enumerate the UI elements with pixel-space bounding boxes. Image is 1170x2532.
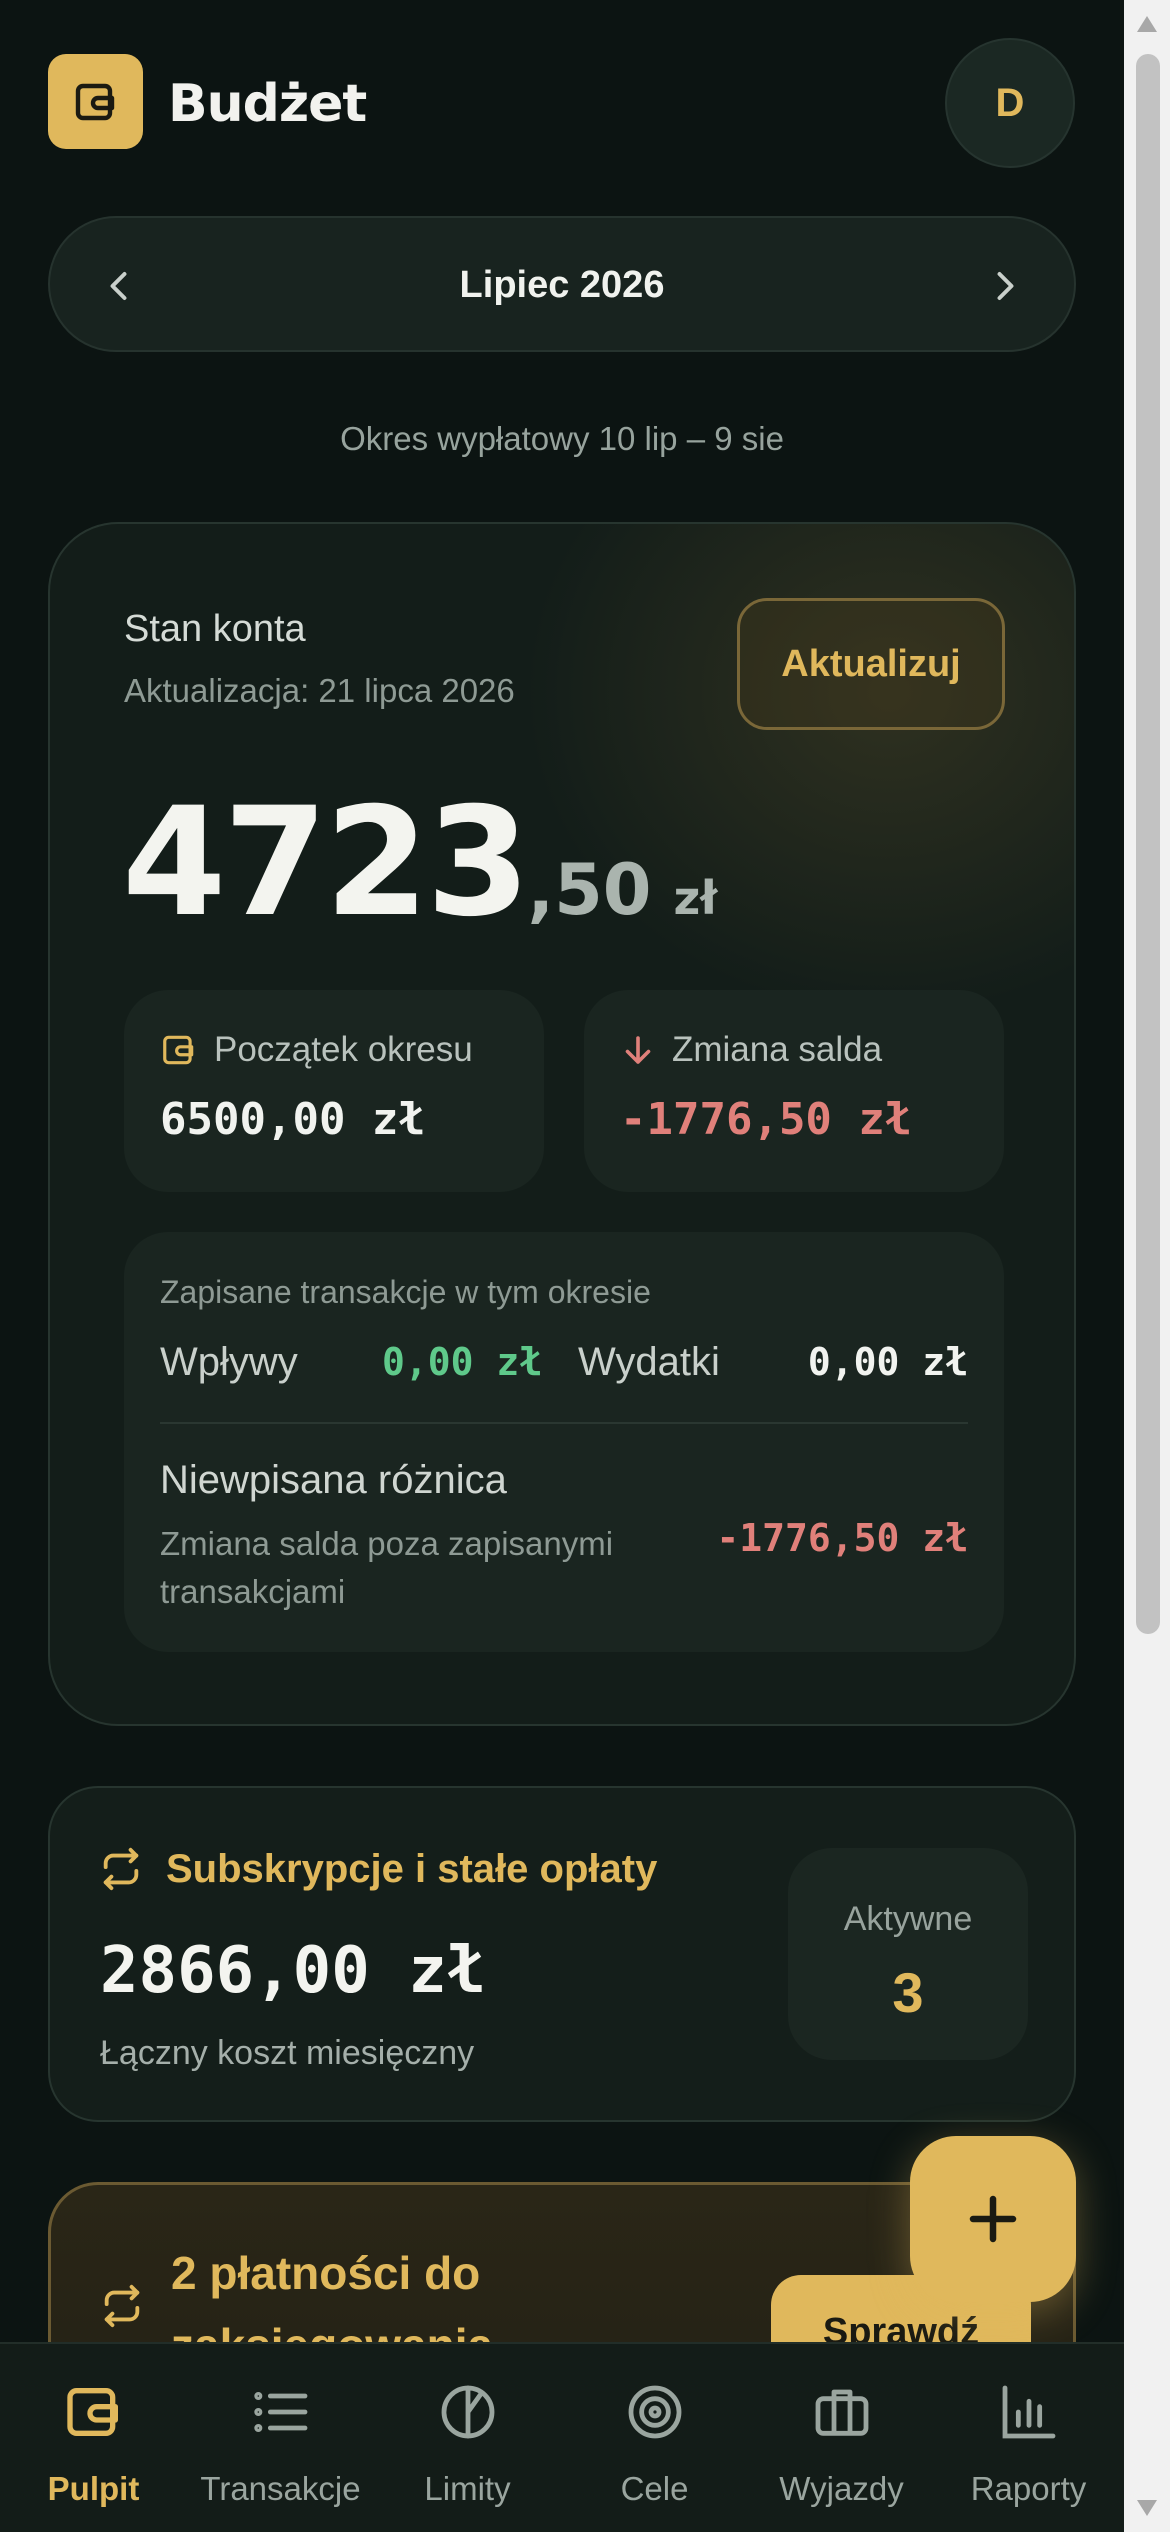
plus-icon xyxy=(969,2195,1017,2243)
gauge-icon xyxy=(441,2385,494,2439)
wallet-icon xyxy=(75,83,114,120)
nav-icon-wrap xyxy=(748,2380,935,2444)
nav-icon-wrap xyxy=(0,2380,187,2444)
divider xyxy=(160,1422,968,1424)
month-label: Lipiec 2026 xyxy=(459,264,665,306)
chevron-right-icon xyxy=(997,272,1014,300)
scrollbar-thumb[interactable] xyxy=(1136,54,1160,1634)
nav-label: Cele xyxy=(620,2470,689,2507)
income-value: 0,00 zł xyxy=(382,1340,543,1384)
update-balance-button[interactable]: Aktualizuj xyxy=(737,598,1005,730)
bottom-nav: Pulpit Transakcje Limity Cele Wyjazdy Ra… xyxy=(0,2342,1124,2532)
wallet-icon xyxy=(66,2388,118,2436)
difference-value: -1776,50 zł xyxy=(716,1516,968,1560)
balance-amount-decimal: ,50 xyxy=(527,849,652,931)
add-transaction-button[interactable] xyxy=(910,2136,1076,2302)
balance-title: Stan konta xyxy=(124,608,306,650)
scroll-up-arrow[interactable] xyxy=(1137,16,1157,32)
next-month-button[interactable] xyxy=(974,256,1034,316)
nav-label: Limity xyxy=(424,2470,511,2507)
nav-label: Wyjazdy xyxy=(779,2470,904,2507)
period-start-value: 6500,00 zł xyxy=(160,1094,425,1145)
nav-icon-wrap xyxy=(561,2380,748,2444)
nav-item-pulpit[interactable]: Pulpit xyxy=(0,2344,187,2532)
wallet-icon xyxy=(163,1035,194,1065)
subscriptions-title-row: Subskrypcje i stałe opłaty xyxy=(98,1846,657,1892)
repeat-icon xyxy=(104,2284,140,2328)
balance-change-card: Zmiana salda -1776,50 zł xyxy=(584,990,1004,1192)
repeat-icon xyxy=(103,1847,139,1891)
transactions-caption: Zapisane transakcje w tym okresie xyxy=(160,1274,651,1310)
balance-change-label-row: Zmiana salda xyxy=(620,1030,882,1070)
balance-amount-integer: 4723 xyxy=(122,776,530,950)
nav-label: Raporty xyxy=(970,2470,1087,2507)
expense-label: Wydatki xyxy=(578,1340,720,1384)
nav-icon-wrap xyxy=(187,2380,374,2444)
nav-icon-wrap xyxy=(374,2380,561,2444)
balance-currency: zł xyxy=(673,871,718,925)
subscriptions-card[interactable]: Subskrypcje i stałe opłaty 2866,00 zł Łą… xyxy=(48,1786,1076,2122)
arrow-down-icon xyxy=(625,1036,651,1064)
balance-change-value: -1776,50 zł xyxy=(620,1094,912,1145)
avatar[interactable]: D xyxy=(945,38,1075,168)
balance-updated: Aktualizacja: 21 lipca 2026 xyxy=(124,672,515,709)
suitcase-icon xyxy=(815,2389,868,2436)
period-start-card: Początek okresu 6500,00 zł xyxy=(124,990,544,1192)
nav-item-cele[interactable]: Cele xyxy=(561,2344,748,2532)
active-count: 3 xyxy=(892,1961,924,2024)
expense-value: 0,00 zł xyxy=(807,1340,968,1384)
list-icon xyxy=(253,2392,307,2432)
pay-period-text: Okres wypłatowy 10 lip – 9 sie xyxy=(340,420,784,457)
transactions-summary: Zapisane transakcje w tym okresie Wpływy… xyxy=(124,1232,1004,1652)
difference-subtitle: Zmiana salda poza zapisanymi transakcjam… xyxy=(160,1525,614,1610)
balance-amount: 4723 ,50 zł xyxy=(122,776,717,950)
subscriptions-subtitle: Łączny koszt miesięczny xyxy=(100,2034,475,2072)
subscriptions-title: Subskrypcje i stałe opłaty xyxy=(166,1846,658,1891)
nav-label: Transakcje xyxy=(200,2470,361,2507)
scroll-down-arrow[interactable] xyxy=(1137,2500,1157,2516)
subscriptions-amount: 2866,00 zł xyxy=(100,1934,486,2008)
nav-item-raporty[interactable]: Raporty xyxy=(935,2344,1122,2532)
month-selector: Lipiec 2026 xyxy=(48,216,1076,352)
active-subscriptions-box: Aktywne 3 xyxy=(788,1848,1028,2060)
app-viewport: Budżet D Lipiec 2026 Okres wypłatowy 10 … xyxy=(0,0,1124,2532)
difference-title: Niewpisana różnica xyxy=(160,1458,507,1502)
target-icon xyxy=(628,2385,681,2439)
income-label: Wpływy xyxy=(160,1340,298,1384)
period-start-label-row: Początek okresu xyxy=(160,1030,473,1070)
app-title: Budżet xyxy=(168,74,367,134)
bar-chart-icon xyxy=(1002,2385,1055,2439)
app-logo xyxy=(48,54,143,149)
nav-item-limity[interactable]: Limity xyxy=(374,2344,561,2532)
period-start-label: Początek okresu xyxy=(214,1030,473,1069)
nav-icon-wrap xyxy=(935,2380,1122,2444)
balance-card: Stan konta Aktualizacja: 21 lipca 2026 A… xyxy=(48,522,1076,1726)
nav-item-transakcje[interactable]: Transakcje xyxy=(187,2344,374,2532)
nav-label: Pulpit xyxy=(47,2470,140,2507)
nav-item-wyjazdy[interactable]: Wyjazdy xyxy=(748,2344,935,2532)
scrollbar[interactable] xyxy=(1124,0,1170,2532)
active-label: Aktywne xyxy=(843,1900,973,1938)
balance-change-label: Zmiana salda xyxy=(672,1030,883,1069)
